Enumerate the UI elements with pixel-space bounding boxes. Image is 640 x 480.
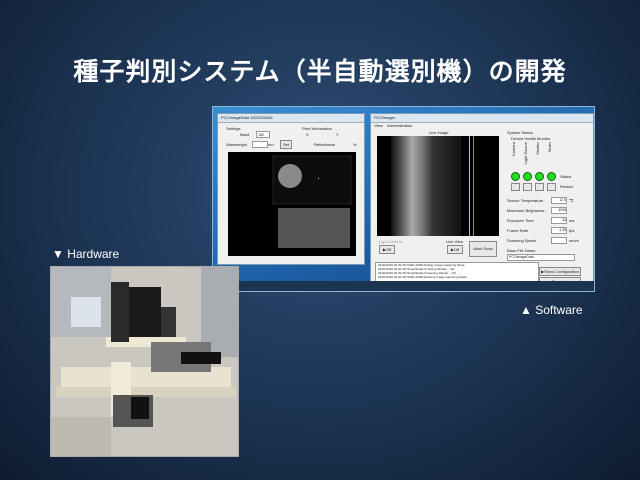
light-control-label: Light Control <box>379 239 402 244</box>
max-brightness-field: 4095 <box>551 207 567 214</box>
band-input[interactable]: 180 <box>256 131 270 138</box>
pixel-info-label: Pixel Information <box>302 126 332 131</box>
band-label: Band <box>240 132 250 137</box>
software-caption: ▲ Software <box>520 303 583 317</box>
image-display-graphic <box>272 155 352 248</box>
taskbar <box>213 281 594 291</box>
menu-administration[interactable]: Administration <box>387 123 412 128</box>
image-data-window: PCOImageData 3333333446 Settings Band 18… <box>217 113 365 265</box>
live-view-label: Live View <box>446 239 464 244</box>
x-label: X <box>306 132 309 137</box>
live-image-label: Live Image <box>429 130 449 135</box>
image-data-window-title: PCOImageData 3333333446 <box>218 114 364 123</box>
software-screenshot: PCOImageData 3333333446 Settings Band 18… <box>212 106 595 292</box>
slide-title: 種子判別システム（半自動選別機）の開発 <box>73 57 567 86</box>
device-names: Camera Light Source Shutter Slider <box>511 142 571 170</box>
menu-view[interactable]: View <box>374 123 383 128</box>
base-file-input[interactable]: PCOImageData <box>507 254 575 261</box>
exposure-input[interactable]: 34 <box>551 217 567 224</box>
slider-status-led <box>547 172 556 181</box>
hardware-photo <box>50 266 239 457</box>
device-slider: Slider <box>547 142 552 153</box>
restart-label: Restart <box>560 184 573 189</box>
frame-rate-label: Frame Rate <box>507 228 529 233</box>
light-source-status-led <box>523 172 532 181</box>
scan-speed-label: Scanning Speed <box>507 238 537 243</box>
live-image-display[interactable] <box>377 136 499 236</box>
hardware-photo-graphic <box>51 267 238 456</box>
light-off-button[interactable]: ▶Off <box>379 245 395 254</box>
abort-scan-button[interactable]: Abort Scan <box>469 241 497 257</box>
sensor-temp-label: Sensor Temperature <box>507 198 544 203</box>
wavelength-label: Wavelength <box>226 142 247 147</box>
camera-status-led <box>511 172 520 181</box>
log-panel: 2016/10/20 20:40:46 [VNIR-200R] Exiting … <box>375 262 539 282</box>
reflectance-unit: % <box>353 142 357 147</box>
device-light-source: Light Source <box>523 142 528 165</box>
scan-speed-input[interactable] <box>551 237 567 244</box>
exposure-label: Exposure Time <box>507 218 534 223</box>
max-brightness-label: Maximum Brightness <box>507 208 545 213</box>
log-line: 2016/10/20 20:40:46 [VNIR-200R] Entering… <box>378 275 468 279</box>
live-image-graphic <box>391 136 474 236</box>
device-camera: Camera <box>511 142 516 157</box>
restart-camera-button[interactable] <box>511 183 520 191</box>
restart-shutter-button[interactable] <box>535 183 544 191</box>
system-status-label: System Status <box>507 130 533 135</box>
imager-window: PCOImager View Administration Live Image… <box>370 113 594 286</box>
status-label: Status <box>560 174 572 179</box>
device-health-label: Device Health Monitor <box>511 136 551 141</box>
hardware-caption: ▼ Hardware <box>52 247 120 261</box>
restart-slider-button[interactable] <box>547 183 556 191</box>
sensor-temp-field: 12.0 <box>551 197 567 204</box>
settings-label: Settings <box>226 126 241 131</box>
restart-light-button[interactable] <box>523 183 532 191</box>
exposure-unit: ms <box>569 218 575 223</box>
frame-rate-unit: fps <box>569 228 575 233</box>
set-button[interactable]: Set <box>280 140 292 149</box>
sensor-temp-unit: ℃ <box>569 198 574 203</box>
show-configuration-button[interactable]: ▶Show Configuration <box>539 267 581 276</box>
shutter-status-led <box>535 172 544 181</box>
reflectance-label: Reflectance <box>314 142 336 147</box>
live-view-off-button[interactable]: ▶Off <box>447 245 463 254</box>
imager-window-title: PCOImager <box>371 114 593 123</box>
base-file-label: Base File Name <box>507 248 536 253</box>
frame-rate-input[interactable]: 4.35 <box>551 227 567 234</box>
image-display[interactable] <box>228 152 356 256</box>
wavelength-unit: nm <box>268 142 274 147</box>
y-label: Y <box>336 132 339 137</box>
wavelength-input[interactable] <box>252 141 268 148</box>
scan-speed-unit: mm/s <box>569 238 579 243</box>
device-shutter: Shutter <box>535 142 540 155</box>
